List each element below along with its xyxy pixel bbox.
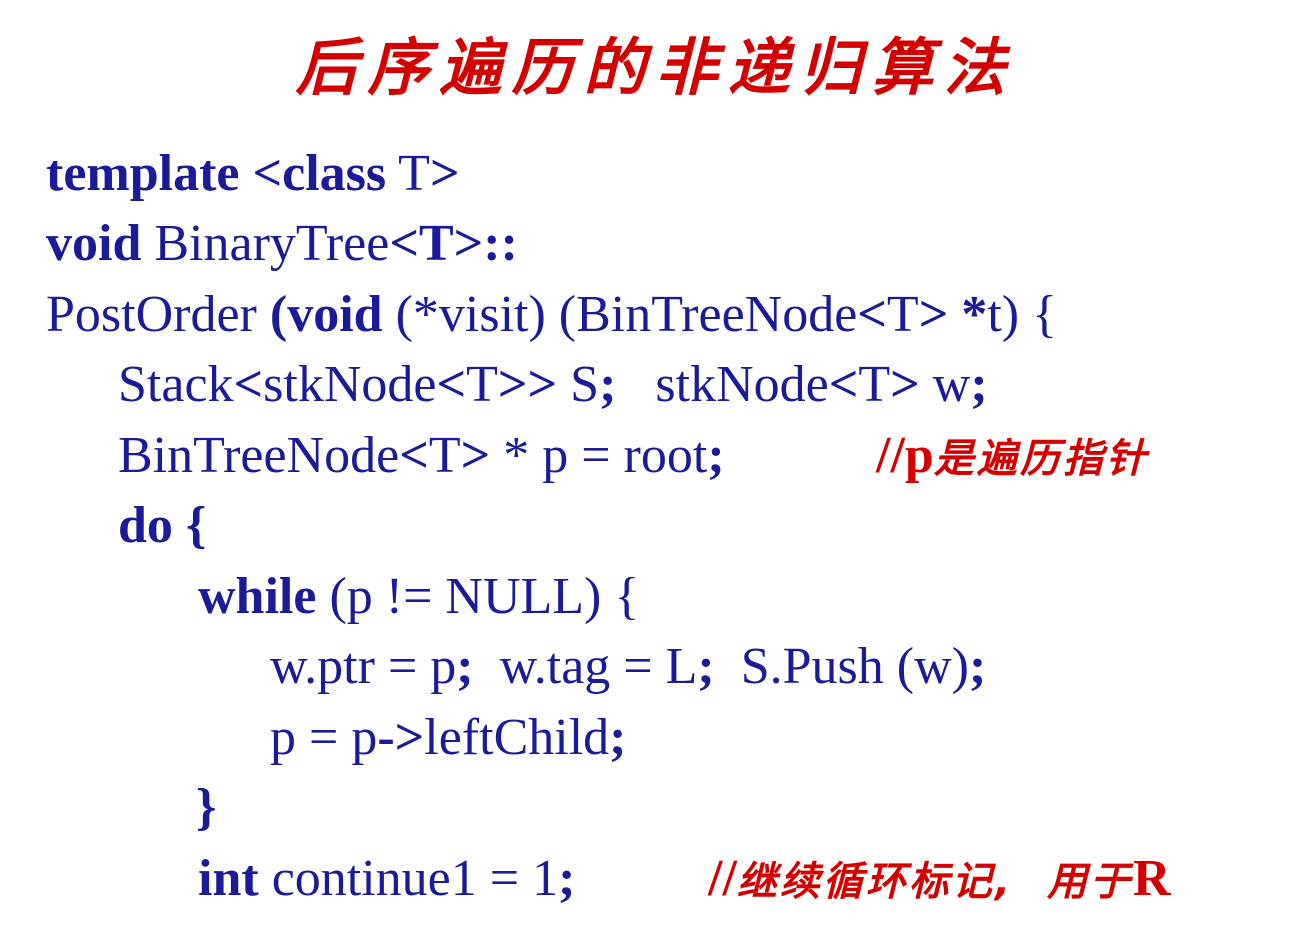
keyword-while: while <box>198 568 317 625</box>
code-text: w.ptr = p <box>270 638 457 695</box>
code-symbol: > * <box>918 286 988 343</box>
code-text: T <box>386 145 430 202</box>
code-text: (*visit) (BinTreeNode <box>382 286 858 343</box>
code-symbol: > <box>429 145 460 202</box>
code-text: continue1 = 1 <box>258 850 559 907</box>
code-line-7: while (p != NULL) { <box>198 567 639 627</box>
comment-continue-flag: //继续循环标记, 用于R <box>708 849 1171 912</box>
keyword-do: do <box>118 497 173 554</box>
code-symbol: ( <box>269 286 288 343</box>
code-symbol: { <box>172 497 207 554</box>
code-line-2: void BinaryTree<T>:: <box>46 214 518 274</box>
code-text: S.Push (w) <box>714 638 969 695</box>
code-line-1: template <class T> <box>46 144 460 204</box>
code-text: p = p <box>270 709 378 766</box>
code-text: * p = root <box>490 427 708 484</box>
code-symbol: ; <box>968 638 987 695</box>
code-text: stkNode <box>263 356 437 413</box>
code-symbol: < <box>828 356 859 413</box>
slide-title: 后序遍历的非递归算法 <box>295 31 1016 104</box>
code-text: t) { <box>987 286 1058 343</box>
slide: 后序遍历的非递归算法 template <class T> void Binar… <box>0 0 1311 929</box>
code-line-3: PostOrder (void (*visit) (BinTreeNode<T>… <box>46 285 1057 345</box>
code-text: S <box>557 356 600 413</box>
keyword-int: int <box>198 850 259 907</box>
code-symbol: ; <box>558 850 576 907</box>
code-text: w.tag = L <box>473 638 698 695</box>
code-line-8: w.ptr = p; w.tag = L; S.Push (w); <box>270 637 986 697</box>
code-line-9: p = p->leftChild; <box>270 708 626 768</box>
code-symbol: <T>:: <box>389 215 518 272</box>
code-text: BinaryTree <box>141 215 390 272</box>
code-text: w <box>919 356 971 413</box>
code-text: (p != NULL) { <box>316 568 640 625</box>
code-text: T <box>428 427 461 484</box>
code-symbol: ; <box>697 638 715 695</box>
code-symbol: >> <box>497 356 558 413</box>
code-symbol: ; <box>707 427 725 484</box>
code-text: leftChild <box>424 709 610 766</box>
code-symbol: > <box>890 356 920 413</box>
comment-text: 是遍历指针 <box>933 436 1149 482</box>
code-line-6: do { <box>118 496 206 556</box>
code-symbol: -> <box>377 709 425 766</box>
comment-traversal-pointer: //p是遍历指针 <box>876 426 1149 489</box>
code-text: BinTreeNode <box>118 427 400 484</box>
code-line-10: } <box>196 779 217 836</box>
keyword-void: void <box>287 286 383 343</box>
code-symbol: ; <box>609 709 627 766</box>
code-symbol: < <box>399 427 429 484</box>
code-symbol: ; <box>456 638 474 695</box>
code-text: T <box>858 356 891 413</box>
code-symbol: < <box>436 356 467 413</box>
comment-r: R <box>1132 850 1171 907</box>
keyword-void: void <box>46 215 142 272</box>
code-line-11: int continue1 = 1; <box>198 849 575 909</box>
code-text: T <box>886 286 919 343</box>
code-text: stkNode <box>616 356 829 413</box>
code-text: T <box>466 356 498 413</box>
code-line-4: Stack<stkNode<T>> S; stkNode<T> w; <box>118 355 988 415</box>
code-line-5: BinTreeNode<T> * p = root; <box>118 426 725 486</box>
keyword-template: template <class <box>46 145 387 202</box>
comment-slash: // <box>708 850 737 907</box>
code-symbol: ; <box>599 356 617 413</box>
code-text: PostOrder <box>46 286 270 343</box>
code-symbol: < <box>233 356 264 413</box>
comment-slash: //p <box>876 427 934 484</box>
code-symbol: ; <box>970 356 988 413</box>
comment-text: 继续循环标记, 用于 <box>736 859 1133 905</box>
code-text: Stack <box>118 356 234 413</box>
code-symbol: < <box>857 286 887 343</box>
code-symbol: > <box>460 427 491 484</box>
